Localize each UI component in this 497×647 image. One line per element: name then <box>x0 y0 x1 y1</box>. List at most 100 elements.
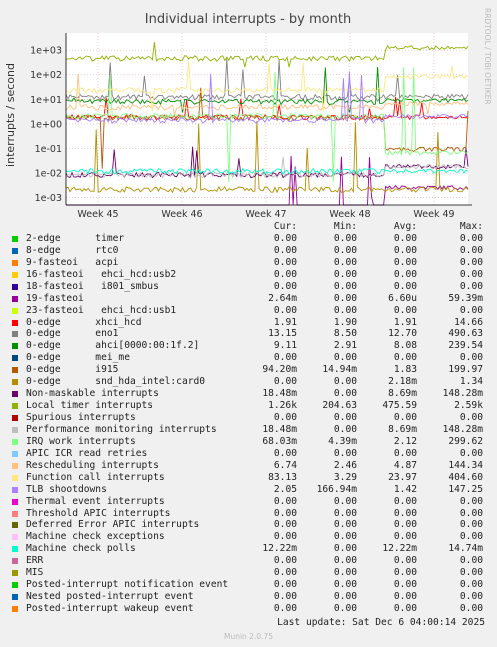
legend-swatch <box>12 426 18 433</box>
value-cur: 83.13 <box>268 471 297 483</box>
value-avg: 0.00 <box>393 352 417 364</box>
col-avg: Avg: <box>393 221 417 232</box>
value-min: 0.00 <box>333 304 357 316</box>
legend-swatch <box>12 355 18 362</box>
value-cur: 12.22m <box>262 543 297 555</box>
legend-swatch <box>12 450 18 457</box>
value-cur: 1.26k <box>268 400 297 412</box>
value-avg: 0.00 <box>393 603 417 614</box>
legend-name: 0-edge snd_hda_intel:card0 <box>26 376 206 388</box>
value-min: 14.94m <box>322 364 357 376</box>
value-avg: 0.00 <box>393 555 417 567</box>
legend-name: Spurious interrupts <box>26 412 136 423</box>
legend-item: 18-fasteoi i801_smbus 0.00 0.00 0.00 0.00 <box>12 281 490 293</box>
legend-swatch <box>12 534 18 541</box>
value-avg: 6.60u <box>388 292 417 304</box>
value-min: 0.00 <box>333 579 357 591</box>
value-cur: 0.00 <box>273 591 297 603</box>
chart: Individual interrupts - by month interru… <box>4 8 492 220</box>
legend-name: ERR <box>26 555 44 567</box>
value-min: 8.50 <box>333 328 357 340</box>
value-max: 0.00 <box>459 447 483 459</box>
value-avg: 1.83 <box>393 364 417 376</box>
legend-name: Local timer interrupts <box>26 400 154 412</box>
legend-swatch <box>12 367 18 374</box>
y-tick-label: 1e+02 <box>30 70 62 81</box>
value-min: 1.90 <box>333 316 357 328</box>
value-max: 148.28m <box>442 423 483 435</box>
legend-swatch <box>12 415 18 421</box>
chart-title: Individual interrupts - by month <box>145 12 351 27</box>
value-cur: 0.00 <box>273 579 297 591</box>
y-tick-label: 1e-02 <box>35 169 62 180</box>
value-min: 4.39m <box>328 435 357 447</box>
legend-item: 2-edge timer 0.00 0.00 0.00 0.00 <box>12 233 490 245</box>
legend-item: ERR 0.00 0.00 0.00 0.00 <box>12 555 490 567</box>
value-avg: 23.97 <box>388 471 417 483</box>
y-axis-label: interrupts / second <box>4 63 17 167</box>
value-cur: 18.48m <box>262 423 297 435</box>
value-max: 0.00 <box>459 555 483 567</box>
value-max: 0.00 <box>459 352 483 364</box>
value-avg: 8.08 <box>393 340 417 352</box>
value-cur: 9.11 <box>273 340 297 352</box>
value-min: 0.00 <box>333 591 357 603</box>
legend-swatch <box>12 379 18 386</box>
value-cur: 1.91 <box>273 316 297 328</box>
legend-name: 8-edge rtc0 <box>26 244 119 256</box>
value-avg: 475.59 <box>382 400 417 412</box>
col-min: Min: <box>333 221 357 232</box>
value-cur: 0.00 <box>273 268 297 280</box>
value-cur: 0.00 <box>273 555 297 567</box>
legend-swatch <box>12 438 18 445</box>
value-min: 0.00 <box>333 519 357 531</box>
legend-name: 9-fasteoi acpi <box>26 256 119 268</box>
value-cur: 0.00 <box>273 531 297 543</box>
x-tick-label: Week 47 <box>245 209 286 220</box>
legend-item: 0-edge i915 94.20m 14.94m 1.83 199.97 <box>12 364 490 376</box>
legend-swatch <box>12 331 18 338</box>
x-tick-label: Week 46 <box>161 209 202 220</box>
legend-item: Rescheduling interrupts 6.74 2.46 4.87 144.3… <box>12 460 490 472</box>
value-avg: 0.00 <box>393 567 417 579</box>
value-min: 204.63 <box>322 400 357 412</box>
rrdtool-credit: RRDTOOL / TOBI OETIKER <box>483 8 492 105</box>
value-avg: 8.69m <box>388 423 417 435</box>
value-cur: 0.00 <box>273 603 297 614</box>
value-max: 239.54 <box>448 340 483 352</box>
value-max: 0.00 <box>459 412 483 423</box>
value-cur: 94.20m <box>262 364 297 376</box>
legend-item: Machine check exceptions 0.00 0.00 0.00 0.00 <box>12 531 490 543</box>
legend-swatch <box>12 486 18 493</box>
legend-name: 19-fasteoi <box>26 292 84 304</box>
value-avg: 0.00 <box>393 507 417 519</box>
legend-name: MIS <box>26 567 44 579</box>
legend-item: 0-edge eno1 13.15 8.50 12.70 490.63 <box>12 328 490 340</box>
legend-name: 0-edge i915 <box>26 364 119 376</box>
legend-name: Posted-interrupt wakeup event <box>26 603 194 614</box>
legend-name: 0-edge ahci[0000:00:1f.2] <box>26 340 200 352</box>
legend-name: 0-edge eno1 <box>26 328 119 340</box>
value-avg: 2.12 <box>393 435 417 447</box>
y-tick-label: 1e+01 <box>30 95 62 106</box>
legend-name: 23-fasteoi ehci_hcd:usb1 <box>26 304 177 316</box>
value-min: 0.00 <box>333 423 357 435</box>
legend-item: Posted-interrupt wakeup event 0.00 0.00 0.0… <box>12 603 490 615</box>
legend-swatch <box>12 522 18 529</box>
legend-swatch <box>12 391 18 398</box>
value-max: 0.00 <box>459 244 483 256</box>
legend-item: 0-edge ahci[0000:00:1f.2] 9.11 2.91 8.08 239… <box>12 340 490 352</box>
legend-item: 16-fasteoi ehci_hcd:usb2 0.00 0.00 0.00 0.00 <box>12 269 490 281</box>
legend-item: 9-fasteoi acpi 0.00 0.00 0.00 0.00 <box>12 257 490 269</box>
value-cur: 0.00 <box>273 567 297 579</box>
legend-name: Machine check polls <box>26 543 136 555</box>
legend-item: Non-maskable interrupts 18.48m 0.00 8.69m 14… <box>12 388 490 400</box>
value-cur: 0.00 <box>273 447 297 459</box>
value-min: 0.00 <box>333 244 357 256</box>
value-min: 0.00 <box>333 388 357 400</box>
legend-name: TLB shootdowns <box>26 483 107 495</box>
value-max: 0.00 <box>459 591 483 603</box>
legend-name: Threshold APIC interrupts <box>26 507 171 519</box>
col-max: Max: <box>459 221 483 232</box>
y-tick-label: 1e-03 <box>35 193 62 204</box>
